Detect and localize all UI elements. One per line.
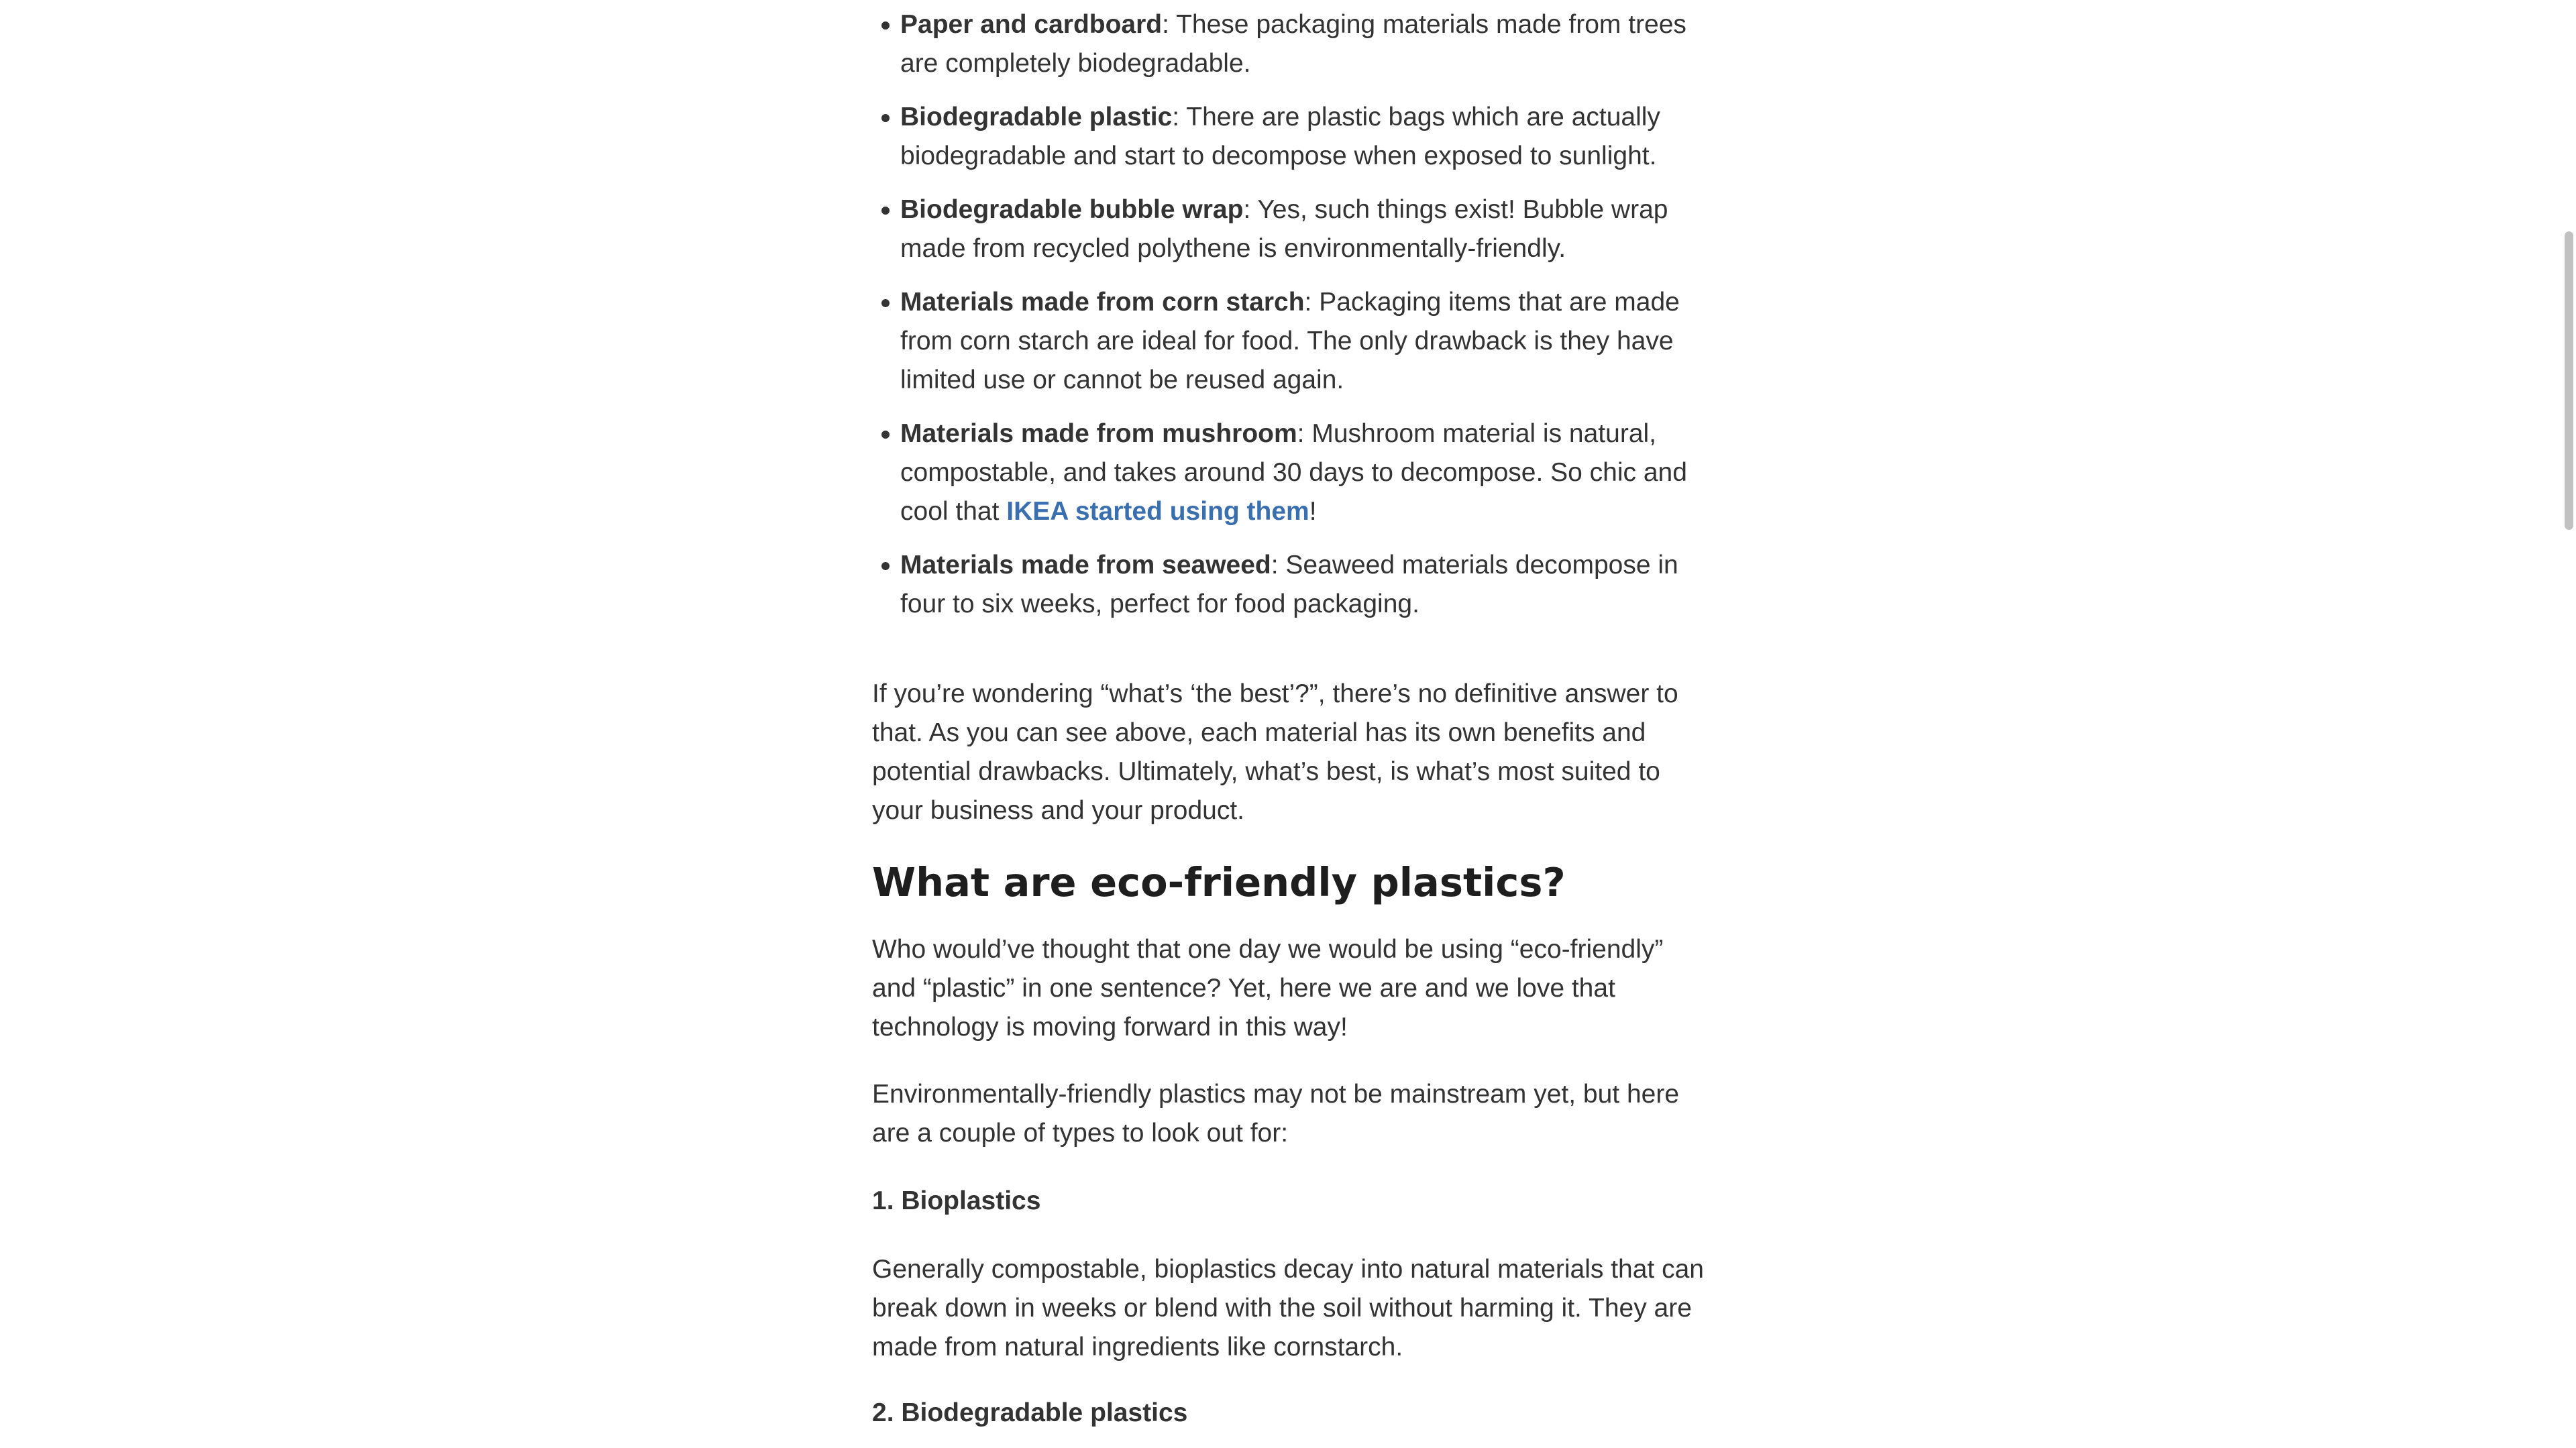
paragraph-environmental: Environmentally-friendly plastics may no… — [872, 1080, 1680, 1148]
list-item-text-end: ! — [1309, 497, 1317, 526]
list-item: Materials made from corn starch: Packagi… — [881, 283, 1707, 400]
list-item: Materials made from seaweed: Seaweed mat… — [881, 546, 1707, 624]
list-item: Materials made from mushroom: Mushroom m… — [881, 414, 1707, 531]
bullet-icon — [881, 114, 890, 122]
ikea-link[interactable]: IKEA started using them — [1006, 497, 1309, 526]
article-body: Paper and cardboard: These packaging mat… — [872, 0, 1707, 1427]
article-page: Paper and cardboard: These packaging mat… — [0, 0, 2576, 1448]
list-item-term: Materials made from mushroom — [900, 419, 1297, 448]
list-item: Biodegradable plastic: There are plastic… — [881, 98, 1707, 176]
bullet-icon — [881, 562, 890, 570]
list-item-term: Materials made from corn starch — [900, 288, 1305, 317]
list-item-term: Paper and cardboard — [900, 10, 1163, 39]
bullet-icon — [881, 431, 890, 439]
scrollbar-thumb[interactable] — [2565, 231, 2573, 530]
subhead-bioplastics: 1. Bioplastics — [872, 1186, 1041, 1215]
list-item-term: Biodegradable plastic — [900, 103, 1173, 131]
paragraph-bioplastics: Generally compostable, bioplastics decay… — [872, 1255, 1704, 1361]
bullet-icon — [881, 299, 890, 307]
list-item-term: Biodegradable bubble wrap — [900, 195, 1244, 224]
bullet-icon — [881, 21, 890, 30]
materials-list: Paper and cardboard: These packaging mat… — [872, 5, 1707, 624]
paragraph-best: If you’re wondering “what’s ‘the best’?”… — [872, 679, 1678, 825]
subhead-biodegradable-plastics: 2. Biodegradable plastics — [872, 1398, 1188, 1427]
list-item-term: Materials made from seaweed — [900, 551, 1271, 579]
scrollbar-track[interactable] — [2560, 0, 2576, 1448]
list-item: Biodegradable bubble wrap: Yes, such thi… — [881, 190, 1707, 268]
heading-eco-plastics: What are eco-friendly plastics? — [872, 859, 1566, 905]
paragraph-who: Who would’ve thought that one day we wou… — [872, 935, 1664, 1042]
list-item: Paper and cardboard: These packaging mat… — [881, 5, 1707, 83]
bullet-icon — [881, 207, 890, 215]
